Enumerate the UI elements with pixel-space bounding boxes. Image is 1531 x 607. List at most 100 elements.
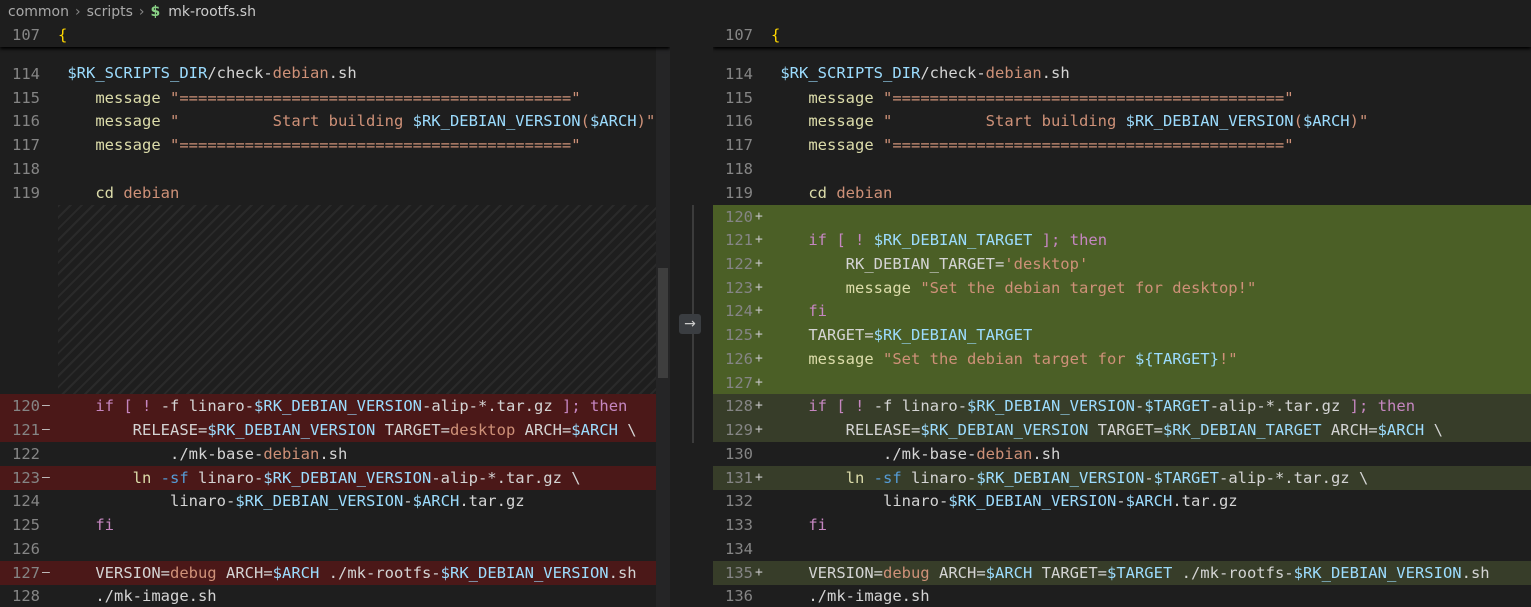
sticky-scroll-line[interactable]: 107 { (0, 23, 670, 47)
code-text: message "===============================… (95, 89, 581, 107)
code-line[interactable]: 131 + ln -sf linaro-$RK_DEBIAN_VERSION-$T… (713, 466, 1531, 490)
code-line[interactable]: 132 linaro-$RK_DEBIAN_VERSION-$ARCH.tar.… (713, 489, 1531, 513)
code-line[interactable]: 114 (0, 62, 670, 86)
code-line[interactable]: 127— VERSION=debug ARCH=$ARCH ./mk-rootf… (0, 561, 670, 585)
sticky-scroll-line[interactable]: 107 { (713, 23, 1531, 47)
code-line[interactable]: 118 (713, 157, 1531, 181)
code-text: fi (808, 516, 827, 534)
code-line[interactable]: 130 ./mk-base-debian.sh (713, 442, 1531, 466)
line-number: 129 (725, 421, 753, 439)
code-text: ./mk-base-debian.sh (58, 445, 348, 463)
code-text: ./mk-image.sh (58, 587, 217, 605)
code-line[interactable]: 121— RELEASE=$RK_DEBIAN_VERSION TARGET=d… (0, 418, 670, 442)
code-line[interactable]: 128 + if [ ! -f linaro-$RK_DEBIAN_VERSION… (713, 394, 1531, 418)
modified-editor-pane[interactable]: 107 { $RK_SCRIPTS_DIR/check-debian.sh 11… (713, 23, 1531, 607)
line-number: 123 (725, 279, 753, 297)
code-line[interactable]: 120 + (713, 205, 1531, 229)
line-number: 135 (725, 564, 753, 582)
code-line[interactable]: 124 linaro-$RK_DEBIAN_VERSION-$ARCH.tar.… (0, 489, 670, 513)
code-line[interactable]: 116 message " Start building $RK_DEBIAN_… (713, 109, 1531, 133)
arrow-right-icon[interactable]: → (679, 314, 701, 334)
line-number: 123 (12, 469, 40, 487)
code-line[interactable]: 134 (713, 537, 1531, 561)
code-line[interactable]: 126 (0, 537, 670, 561)
scrollbar-thumb[interactable] (658, 268, 668, 378)
diff-marker: + (755, 422, 763, 437)
original-editor-pane[interactable]: 107 { $RK_SCRIPTS_DIR/check-debian.sh 11… (0, 23, 670, 607)
diff-placeholder (58, 205, 670, 395)
code-line[interactable]: 122 ./mk-base-debian.sh (0, 442, 670, 466)
line-number: 133 (725, 516, 753, 534)
breadcrumb-item-scripts[interactable]: scripts (87, 4, 133, 20)
diff-marker: — (42, 422, 50, 437)
code-line[interactable]: 133 fi (713, 513, 1531, 537)
code-line[interactable]: 115 message "===========================… (0, 86, 670, 110)
code-line[interactable]: 135 + VERSION=debug ARCH=$ARCH TARGET=$TA… (713, 561, 1531, 585)
line-number: 126 (725, 350, 753, 368)
code-line[interactable]: 114 (713, 62, 1531, 86)
line-number: 107 (12, 26, 40, 44)
line-number: 128 (725, 397, 753, 415)
code-line[interactable]: 123 + message "Set the debian target for … (713, 276, 1531, 300)
diff-marker: — (42, 565, 50, 580)
diff-marker: + (755, 398, 763, 413)
diff-marker: + (755, 375, 763, 390)
code-line[interactable]: 117 message "===========================… (713, 133, 1531, 157)
code-text: ln -sf linaro-$RK_DEBIAN_VERSION-$TARGET… (845, 469, 1369, 487)
chevron-right-icon: › (138, 3, 145, 20)
code-line[interactable]: 126 + message "Set the debian target for … (713, 347, 1531, 371)
line-number: 124 (12, 492, 40, 510)
line-number: 120 (725, 208, 753, 226)
code-line[interactable]: 128 ./mk-image.sh (0, 584, 670, 607)
line-number: 127 (12, 564, 40, 582)
code-line[interactable]: 116 message " Start building $RK_DEBIAN_… (0, 109, 670, 133)
code-line[interactable]: 129 + RELEASE=$RK_DEBIAN_VERSION TARGET=$… (713, 418, 1531, 442)
line-number: 117 (12, 136, 40, 154)
code-line[interactable]: 124 + fi (713, 299, 1531, 323)
breadcrumb-file[interactable]: mk-rootfs.sh (168, 4, 256, 20)
code-text: message "===============================… (808, 136, 1294, 154)
code-text: fi (808, 302, 827, 320)
chevron-right-icon: › (74, 3, 81, 20)
diff-marker: + (755, 565, 763, 580)
code-text: { (771, 26, 781, 44)
code-line[interactable]: 136 ./mk-image.sh (713, 584, 1531, 607)
line-number: 121 (725, 231, 753, 249)
code-line[interactable]: 125 + TARGET=$RK_DEBIAN_TARGET (713, 323, 1531, 347)
line-number: 120 (12, 397, 40, 415)
code-line[interactable]: 125 fi (0, 513, 670, 537)
code-line[interactable]: 121 + if [ ! $RK_DEBIAN_TARGET ]; then (713, 228, 1531, 252)
diff-marker: + (755, 280, 763, 295)
line-number: 119 (725, 184, 753, 202)
code-line[interactable]: 119 cd debian (713, 181, 1531, 205)
line-number: 122 (12, 445, 40, 463)
code-line[interactable]: 119 cd debian (0, 181, 670, 205)
diff-marker: + (755, 256, 763, 271)
code-line[interactable]: 120— if [ ! -f linaro-$RK_DEBIAN_VERSION… (0, 394, 670, 418)
code-text: ln -sf linaro-$RK_DEBIAN_VERSION-alip-*.… (132, 469, 581, 487)
code-line[interactable]: 115 message "===========================… (713, 86, 1531, 110)
breadcrumb-item-common[interactable]: common (8, 4, 69, 20)
code-text: RELEASE=$RK_DEBIAN_VERSION TARGET=deskto… (58, 421, 637, 439)
line-number: 118 (12, 160, 40, 178)
line-number: 107 (725, 26, 753, 44)
code-text: if [ ! -f linaro-$RK_DEBIAN_VERSION-alip… (95, 397, 628, 415)
diff-marker: + (755, 470, 763, 485)
code-line[interactable]: 122 + RK_DEBIAN_TARGET='desktop' (713, 252, 1531, 276)
code-line[interactable]: 117 message "===========================… (0, 133, 670, 157)
diff-marker: — (42, 470, 50, 485)
code-line[interactable]: 123— ln -sf linaro-$RK_DEBIAN_VERSION-al… (0, 466, 670, 490)
code-text: linaro-$RK_DEBIAN_VERSION-$ARCH.tar.gz (771, 492, 1238, 510)
shell-file-icon: $ (150, 3, 161, 20)
code-text: message " Start building $RK_DEBIAN_VERS… (808, 112, 1369, 130)
code-text: cd debian (808, 184, 893, 202)
code-line[interactable]: 118 (0, 157, 670, 181)
line-number: 114 (725, 65, 753, 83)
left-scrollbar[interactable] (656, 23, 670, 607)
code-text: if [ ! $RK_DEBIAN_TARGET ]; then (808, 231, 1108, 249)
line-number: 121 (12, 421, 40, 439)
code-text: message "===============================… (808, 89, 1294, 107)
diff-marker: + (755, 209, 763, 224)
code-line[interactable]: 127 + (713, 371, 1531, 395)
line-number: 132 (725, 492, 753, 510)
